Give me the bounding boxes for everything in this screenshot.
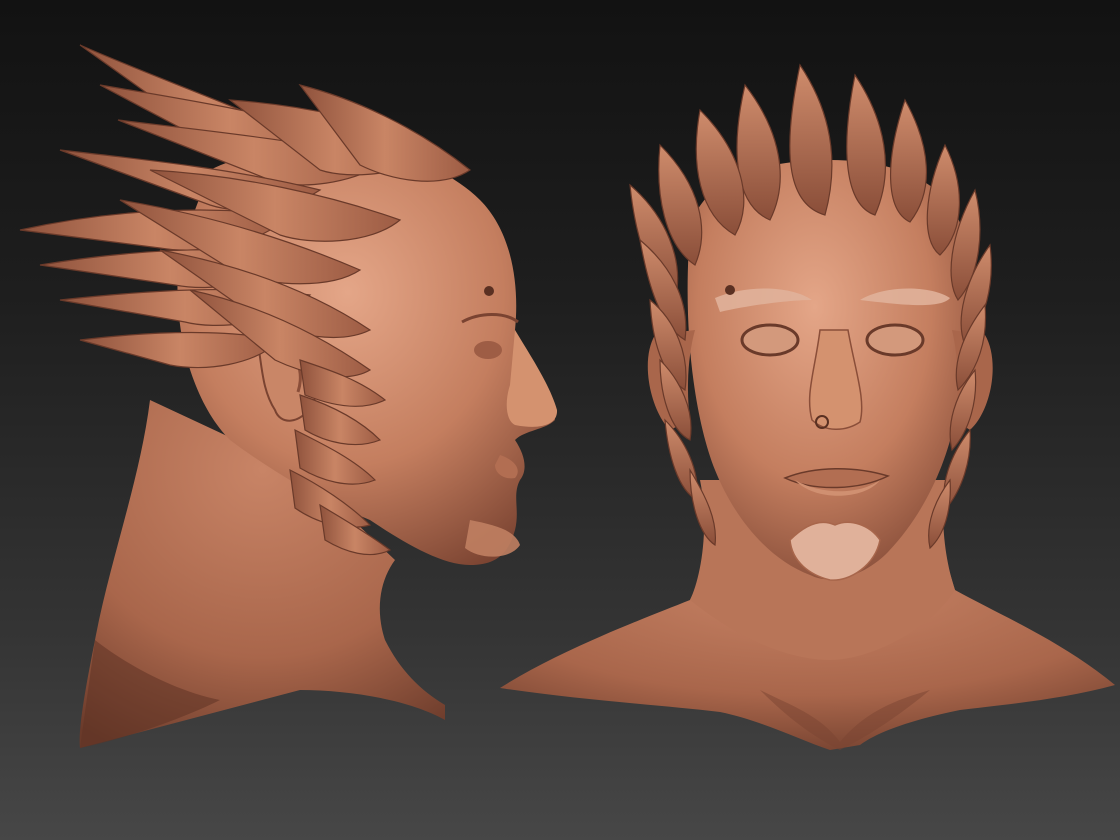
left-eye	[740, 323, 800, 357]
front-head	[500, 63, 1115, 750]
profile-nose	[506, 330, 558, 427]
right-eye	[865, 323, 925, 357]
sculpt-viewport	[0, 0, 1120, 840]
brow-piercing	[484, 286, 494, 296]
profile-head	[19, 44, 558, 748]
sculpt-render	[19, 44, 1115, 750]
front-brow-piercing	[725, 285, 735, 295]
